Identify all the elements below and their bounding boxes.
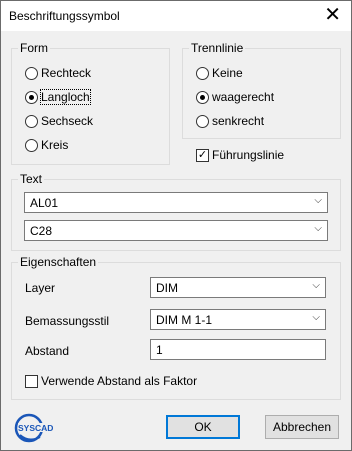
logo-text: SYSCAD <box>18 423 53 433</box>
text-line2-value: C28 <box>30 224 53 238</box>
abstand-label: Abstand <box>25 344 70 358</box>
bemassungsstil-value: DIM M 1-1 <box>156 313 213 327</box>
syscad-logo: SYSCAD <box>14 413 54 443</box>
form-group-label: Form <box>18 41 50 55</box>
abbrechen-button[interactable]: Abbrechen <box>265 415 339 439</box>
checkbox-box <box>25 374 38 388</box>
bemassungsstil-combobox[interactable]: DIM M 1-1 ⌵ <box>150 309 326 330</box>
radio-label: senkrecht <box>212 114 265 128</box>
text-group-label: Text <box>18 172 45 186</box>
chevron-down-icon: ⌵ <box>312 280 320 291</box>
text-line1-combobox[interactable]: AL01 ⌵ <box>24 192 328 213</box>
text-line2-combobox[interactable]: C28 ⌵ <box>24 220 328 241</box>
radio-circle-selected <box>196 90 209 104</box>
radio-label: Kreis <box>41 138 69 152</box>
radio-circle <box>25 66 38 80</box>
window-title: Beschriftungssymbol <box>9 9 120 23</box>
radio-senkrecht[interactable]: senkrecht <box>196 111 264 131</box>
title-bar: Beschriftungssymbol ✕ <box>1 1 351 31</box>
radio-sechseck[interactable]: Sechseck <box>25 111 93 131</box>
layer-value: DIM <box>156 281 178 295</box>
chevron-down-icon: ⌵ <box>314 223 322 234</box>
radio-langloch[interactable]: Langloch <box>25 87 91 107</box>
radio-kreis[interactable]: Kreis <box>25 135 68 155</box>
faktor-label: Verwende Abstand als Faktor <box>41 374 198 388</box>
ok-button[interactable]: OK <box>166 415 240 439</box>
faktor-checkbox[interactable]: Verwende Abstand als Faktor <box>25 372 197 390</box>
eigenschaften-group-label: Eigenschaften <box>18 255 99 269</box>
radio-label: Sechseck <box>41 114 94 128</box>
radio-keine[interactable]: Keine <box>196 63 243 83</box>
check-icon: ✓ <box>196 148 209 162</box>
radio-circle <box>196 114 209 128</box>
close-icon[interactable]: ✕ <box>324 4 341 26</box>
radio-label: Keine <box>212 66 243 80</box>
bemassungsstil-label: Bemassungsstil <box>25 314 110 328</box>
layer-label: Layer <box>25 281 56 295</box>
fuehrungslinie-label: Führungslinie <box>212 148 285 162</box>
chevron-down-icon: ⌵ <box>314 195 322 206</box>
radio-circle <box>25 114 38 128</box>
radio-rechteck[interactable]: Rechteck <box>25 63 91 83</box>
radio-label: waagerecht <box>212 90 275 104</box>
text-line1-value: AL01 <box>30 196 59 210</box>
radio-circle <box>196 66 209 80</box>
radio-waagerecht[interactable]: waagerecht <box>196 87 274 107</box>
fuehrungslinie-checkbox[interactable]: ✓ Führungslinie <box>196 146 284 164</box>
dialog-window: Beschriftungssymbol ✕ Form Rechteck Lang… <box>0 0 352 451</box>
radio-circle-selected <box>25 90 38 104</box>
layer-combobox[interactable]: DIM ⌵ <box>150 277 326 298</box>
radio-label: Rechteck <box>41 66 92 80</box>
radio-circle <box>25 138 38 152</box>
trennlinie-group-label: Trennlinie <box>189 41 246 55</box>
abstand-value: 1 <box>156 343 163 357</box>
chevron-down-icon: ⌵ <box>312 312 320 323</box>
radio-label: Langloch <box>40 89 91 105</box>
abstand-input[interactable]: 1 <box>150 339 326 360</box>
